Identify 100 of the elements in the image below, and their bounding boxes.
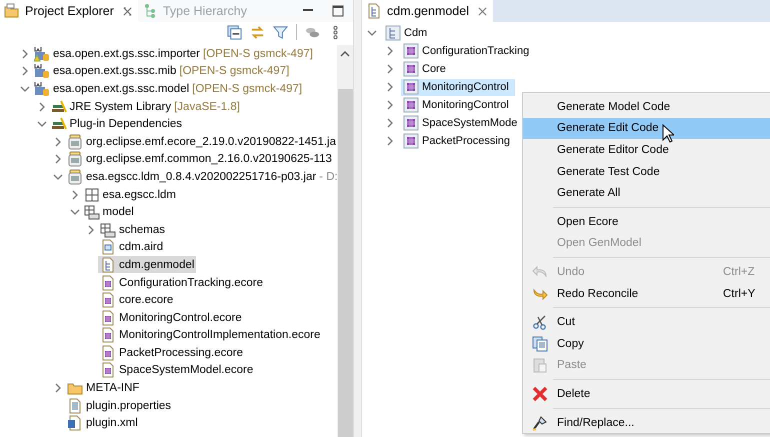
delete-x-icon xyxy=(532,386,548,402)
tree-item[interactable]: Core xyxy=(401,60,448,78)
tree-item[interactable]: esa.open.ext.gs.ssc.mib [OPEN-S gsmck-497] xyxy=(32,62,292,80)
link-arrows-icon[interactable] xyxy=(250,24,265,40)
file-ecore-icon xyxy=(100,292,116,308)
file-ecore-icon xyxy=(100,274,116,291)
clipboard-icon xyxy=(532,357,548,374)
menu-item[interactable]: Generate Model Code xyxy=(523,96,770,118)
expand-chevron-icon[interactable] xyxy=(20,48,30,59)
scrollbar-thumb[interactable] xyxy=(338,89,352,437)
tree-item[interactable]: cdm.genmodel xyxy=(98,256,196,274)
package-icon xyxy=(403,97,419,113)
shortcut-text: Ctrl+Z xyxy=(723,266,756,278)
expand-chevron-icon[interactable] xyxy=(70,190,80,200)
tree-item[interactable]: Plug-in Dependencies xyxy=(48,116,184,133)
tree-item[interactable]: SpaceSystemMode xyxy=(401,114,520,132)
expand-chevron-icon[interactable] xyxy=(20,84,30,94)
tree-item[interactable]: MonitoringControl xyxy=(401,96,511,114)
jar-icon xyxy=(67,168,83,185)
expand-chevron-icon[interactable] xyxy=(367,28,377,38)
menu-item[interactable]: Generate Editor Code xyxy=(523,139,770,161)
tree-item[interactable]: model xyxy=(82,204,136,221)
menu-item[interactable]: Cut xyxy=(523,311,770,333)
tree-item[interactable]: core.ecore xyxy=(98,292,176,309)
scissors-icon xyxy=(532,314,548,330)
menu-item[interactable]: Generate Test Code xyxy=(523,160,770,182)
package-icon xyxy=(403,79,419,95)
file-genmodel-icon xyxy=(100,256,116,273)
folder-icon xyxy=(4,3,20,19)
file-xml-icon xyxy=(67,415,83,432)
file-ecore-icon xyxy=(100,310,116,326)
collapse-all-icon[interactable] xyxy=(227,24,242,40)
menu-item[interactable]: Copy xyxy=(523,332,770,355)
tree-item[interactable]: org.eclipse.emf.ecore_2.19.0.v20190822-1451.ja xyxy=(65,133,337,150)
expand-chevron-icon[interactable] xyxy=(385,64,395,74)
tree-item[interactable]: PacketProcessing.ecore xyxy=(98,344,246,362)
redo-arrow-icon xyxy=(532,286,548,302)
menu-item[interactable]: Open Ecore xyxy=(523,210,770,233)
package-icon xyxy=(403,133,419,149)
expand-chevron-icon[interactable] xyxy=(385,46,395,56)
expand-chevron-icon[interactable] xyxy=(53,154,63,164)
file-ecore-icon xyxy=(100,344,116,361)
package-icon xyxy=(403,43,419,59)
menu-item[interactable]: Find/Replace... xyxy=(523,412,770,434)
view-tab[interactable]: Project Explorer xyxy=(0,0,138,22)
editor-tab[interactable]: cdm.genmodel xyxy=(362,0,493,22)
genmodel-file-icon xyxy=(366,3,382,19)
tree-item[interactable]: schemas xyxy=(98,221,168,238)
tree-item[interactable]: ConfigurationTracking xyxy=(401,42,532,60)
tree-item[interactable]: SpaceSystemModel.ecore xyxy=(98,362,256,379)
filter-icon[interactable] xyxy=(273,24,288,40)
tree-item-decoration: [OPEN-S gsmck-497] xyxy=(192,82,302,95)
scroll-up-icon[interactable] xyxy=(340,49,350,59)
jar-icon xyxy=(67,134,83,150)
tree-item[interactable]: org.eclipse.emf.common_2.16.0.v20190625-113 xyxy=(65,150,334,168)
scrollbar[interactable] xyxy=(337,45,353,437)
tree-item[interactable]: MonitoringControlImplementation.ecore xyxy=(98,326,322,344)
tree-item[interactable]: esa.egscc.ldm_0.8.4.v202002251716-p03.jar - D: xyxy=(65,168,337,186)
file-diagram-icon xyxy=(100,239,116,256)
close-icon[interactable] xyxy=(122,6,132,16)
tree-item[interactable]: ConfigurationTracking.ecore xyxy=(98,274,266,292)
plugin-project-warning-icon xyxy=(34,46,50,62)
expand-chevron-icon[interactable] xyxy=(36,119,46,130)
books-icon xyxy=(50,116,66,132)
expand-chevron-icon[interactable] xyxy=(70,207,80,218)
tree-item-decoration: [OPEN-S gsmck-497] xyxy=(203,48,313,60)
package-icon xyxy=(403,61,419,77)
expand-chevron-icon[interactable] xyxy=(385,136,395,146)
expand-chevron-icon[interactable] xyxy=(385,82,395,92)
expand-chevron-icon[interactable] xyxy=(53,383,63,394)
tree-item[interactable]: esa.egscc.ldm xyxy=(82,186,178,204)
expand-chevron-icon[interactable] xyxy=(86,224,96,235)
menu-item[interactable]: Redo Reconcile Ctrl+Y xyxy=(523,282,770,304)
mouse-cursor-icon xyxy=(662,124,674,144)
tree-item[interactable]: plugin.properties xyxy=(65,397,174,414)
menu-item[interactable]: Generate Edit Code xyxy=(523,118,770,140)
tree-item[interactable]: PacketProcessing xyxy=(401,132,512,150)
expand-chevron-icon[interactable] xyxy=(53,136,63,147)
expand-chevron-icon[interactable] xyxy=(385,118,395,128)
tree-item[interactable]: JRE System Library [JavaSE-1.8] xyxy=(48,98,242,116)
maximize-icon[interactable] xyxy=(331,4,345,18)
tree-item[interactable]: META-INF xyxy=(65,380,142,397)
tree-item[interactable]: esa.open.ext.gs.ssc.model [OPEN-S gsmck-497] xyxy=(32,80,304,98)
tree-item[interactable]: esa.open.ext.gs.ssc.importer [OPEN-S gsmck-497] xyxy=(32,45,315,62)
expand-chevron-icon[interactable] xyxy=(20,66,30,76)
package-icon xyxy=(84,186,100,203)
menu-item[interactable]: Generate All xyxy=(523,182,770,204)
tree-item[interactable]: Cdm xyxy=(383,24,430,42)
tree-item[interactable]: cdm.aird xyxy=(98,238,166,256)
jar-icon xyxy=(67,151,83,168)
close-icon[interactable] xyxy=(478,6,487,16)
expand-chevron-icon[interactable] xyxy=(53,172,63,182)
tree-item[interactable]: MonitoringControl.ecore xyxy=(98,309,244,326)
expand-chevron-icon[interactable] xyxy=(385,100,395,110)
tree-item[interactable]: MonitoringControl xyxy=(401,78,515,96)
menu-item[interactable]: Delete xyxy=(523,383,770,405)
expand-chevron-icon[interactable] xyxy=(36,102,46,112)
shortcut-text: Ctrl+Y xyxy=(723,288,756,300)
tree-item[interactable]: plugin.xml xyxy=(65,414,140,432)
books-icon xyxy=(50,98,66,115)
